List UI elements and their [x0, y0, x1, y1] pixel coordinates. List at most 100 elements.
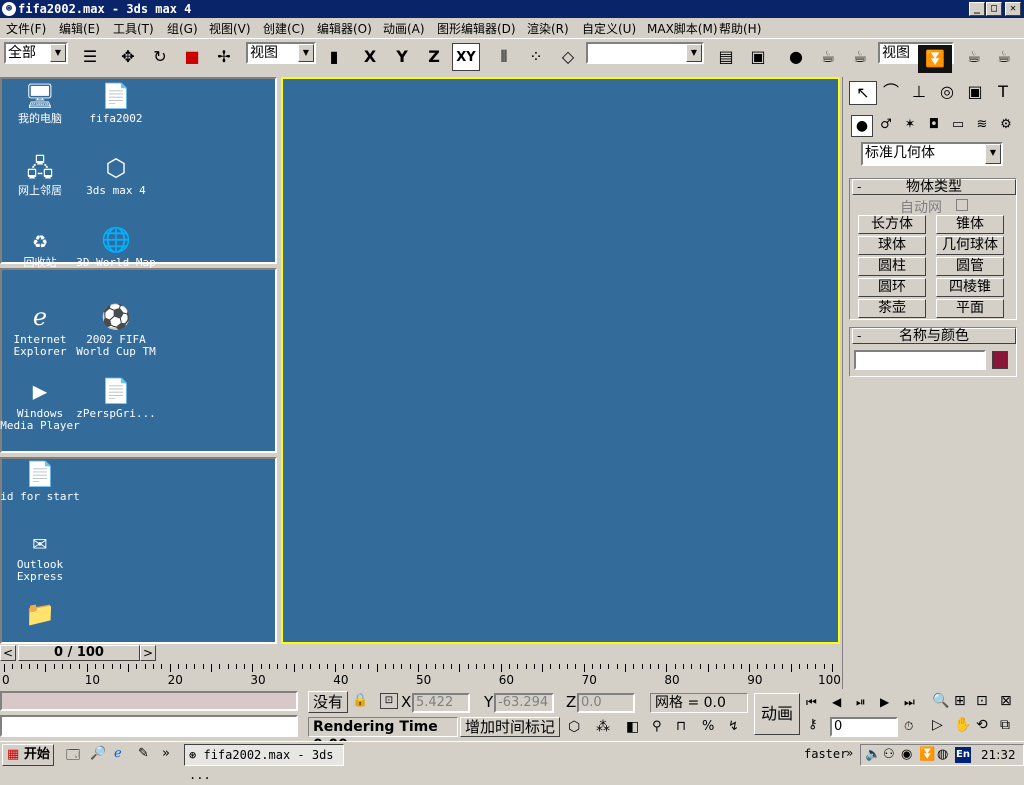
add-time-tag-button[interactable]: 增加时间标记 [460, 717, 560, 737]
tray-arrow-icon[interactable]: ⏬ [919, 747, 935, 762]
align-icon[interactable]: ◇ [554, 43, 582, 71]
zoom-extents-all-icon[interactable]: ⊠ [1000, 693, 1012, 709]
name-color-header[interactable]: - 名称与颜色 [852, 328, 1016, 344]
helpers-icon[interactable]: ▭ [947, 115, 969, 137]
next-frame-icon[interactable]: ▶ [880, 695, 889, 709]
track-bar[interactable]: 0 10 20 30 40 50 60 70 80 90 100 [0, 664, 841, 688]
minimize-button[interactable]: _ [969, 2, 985, 16]
z-coordinate-field[interactable]: 0.0 [577, 693, 635, 713]
restrict-x-button[interactable]: X [356, 43, 384, 71]
go-to-start-icon[interactable]: ⏮ [806, 695, 817, 710]
spinner-snap-icon[interactable]: ⚲ [652, 719, 662, 734]
restrict-xy-button[interactable]: XY [452, 43, 480, 71]
key-icon[interactable]: ⚷ [808, 717, 818, 732]
show-desktop-icon[interactable]: 🗔 [66, 746, 80, 768]
previous-frame-icon[interactable]: ◀ [832, 695, 841, 709]
hierarchy-tab-icon[interactable]: ⊥ [905, 81, 933, 105]
pan-icon[interactable]: ✋ [954, 717, 971, 733]
menu-modifiers[interactable]: 编辑器(O) [317, 20, 372, 37]
schematic-view-icon[interactable]: ▣ [744, 43, 772, 71]
tray-app-icon[interactable]: ◉ [901, 747, 912, 762]
scale-icon[interactable]: ■ [178, 43, 206, 71]
tube-button[interactable]: 圆管 [936, 257, 1004, 276]
desktop-icon[interactable]: 📄 zPerspGri... [76, 376, 156, 420]
sphere-button[interactable]: 球体 [858, 236, 926, 255]
space-warps-icon[interactable]: ≋ [971, 115, 993, 137]
menu-tools[interactable]: 工具(T) [113, 20, 154, 37]
select-manipulate-icon[interactable]: ✢ [210, 43, 238, 71]
selection-filter-dropdown[interactable]: 全部 ▼ [4, 42, 68, 64]
zoom-all-icon[interactable]: ⊞ [954, 693, 966, 709]
object-name-input[interactable] [854, 350, 986, 370]
object-type-header[interactable]: - 物体类型 [852, 179, 1016, 195]
shapes-icon[interactable]: ♂ [875, 115, 897, 137]
select-by-name-icon[interactable]: ☰ [76, 43, 104, 71]
geometry-icon[interactable]: ● [851, 115, 873, 137]
desktop-icon[interactable]: ℯ Internet Explorer [0, 302, 80, 358]
reference-coordinate-dropdown[interactable]: 视图 ▼ [246, 42, 316, 64]
render-last-icon[interactable]: ☕ [960, 43, 988, 71]
menu-rendering[interactable]: 渲染(R) [527, 20, 569, 37]
language-indicator[interactable]: En [955, 747, 971, 763]
y-coordinate-field[interactable]: -63.294 [494, 693, 554, 713]
material-editor-icon[interactable]: ● [782, 43, 810, 71]
pyramid-button[interactable]: 四棱锥 [936, 278, 1004, 297]
desktop-icon[interactable]: 🖥 我的电脑 [0, 81, 80, 125]
display-tab-icon[interactable]: ▣ [961, 81, 989, 105]
viewport-top-left[interactable]: 🖥 我的电脑 📄 fifa2002 🖧 网上邻居 ⬡ 3ds max 4 ♻ 回收站 🌐 3… [0, 77, 277, 269]
create-tab-icon[interactable]: ↖ [849, 81, 877, 105]
expand-arrow-icon[interactable]: ⏬ [918, 45, 952, 73]
snap-3d-icon[interactable]: ⬡ [568, 719, 580, 735]
prompt-line[interactable] [0, 715, 298, 737]
time-next-button[interactable]: > [140, 645, 156, 661]
restrict-z-button[interactable]: Z [420, 43, 448, 71]
desktop-icon[interactable]: ⬡ 3ds max 4 [76, 153, 156, 197]
viewport-bottom-left[interactable]: 📄 id for start ✉ Outlook Express 📁 [0, 457, 277, 644]
x-coordinate-field[interactable]: 5.422 [412, 693, 470, 713]
menu-customize[interactable]: 自定义(U) [582, 20, 636, 37]
desktop-icon[interactable]: ✉ Outlook Express [0, 527, 80, 583]
lock-icon[interactable]: 🔒 [352, 693, 368, 708]
magnet-icon[interactable]: ⊓ [676, 719, 686, 734]
task-fifa2002[interactable]: ⊛ fifa2002.max - 3ds ... [184, 744, 344, 782]
box-button[interactable]: 长方体 [858, 215, 926, 234]
cylinder-button[interactable]: 圆柱 [858, 257, 926, 276]
rotate-icon[interactable]: ↻ [146, 43, 174, 71]
systems-icon[interactable]: ⚙ [995, 115, 1017, 137]
geosphere-button[interactable]: 几何球体 [936, 236, 1004, 255]
object-color-swatch[interactable] [992, 351, 1008, 369]
plane-button[interactable]: 平面 [936, 299, 1004, 318]
array-icon[interactable]: ⁘ [522, 43, 550, 71]
menu-group[interactable]: 组(G) [167, 20, 198, 37]
named-selection-dropdown[interactable]: ▼ [586, 42, 704, 64]
restrict-y-button[interactable]: Y [388, 43, 416, 71]
desktop-icon[interactable]: 📄 fifa2002 [76, 81, 156, 125]
clock[interactable]: 21:32 [981, 748, 1016, 762]
maximize-button[interactable]: □ [986, 2, 1002, 16]
menu-views[interactable]: 视图(V) [209, 20, 251, 37]
key-mode-icon[interactable]: ↯ [728, 719, 739, 734]
maxscript-listener-mini[interactable] [0, 691, 298, 711]
track-view-icon[interactable]: ▤ [712, 43, 740, 71]
zoom-extents-icon[interactable]: ⊡ [976, 693, 988, 709]
move-icon[interactable]: ✥ [114, 43, 142, 71]
viewport-mid-left[interactable]: ℯ Internet Explorer ⚽ 2002 FIFA World Cup … [0, 268, 277, 453]
utilities-tab-icon[interactable]: T [989, 81, 1017, 105]
quick-render-icon[interactable]: ☕ [846, 43, 874, 71]
desktop-icon[interactable]: 🌐 3D World Map [76, 225, 156, 269]
active-shade-icon[interactable]: ☕ [990, 43, 1018, 71]
angle-snap-icon[interactable]: ⁂ [596, 719, 610, 735]
main-viewport[interactable] [281, 77, 840, 644]
cameras-icon[interactable]: ◘ [923, 115, 945, 137]
autogrid-checkbox[interactable] [956, 199, 968, 211]
play-icon[interactable]: ⏯ [856, 695, 866, 710]
cone-button[interactable]: 锥体 [936, 215, 1004, 234]
teapot-button[interactable]: 茶壶 [858, 299, 926, 318]
desktop-icon[interactable]: ⚽ 2002 FIFA World Cup TM [76, 302, 156, 358]
mirror-icon[interactable]: ⫴ [490, 43, 518, 71]
torus-button[interactable]: 圆环 [858, 278, 926, 297]
volume-icon[interactable]: 🔈 [865, 747, 881, 762]
desktop-icon[interactable]: 🖧 网上邻居 [0, 153, 80, 197]
menu-animation[interactable]: 动画(A) [383, 20, 425, 37]
more-quicklaunch-icon[interactable]: » [162, 746, 170, 761]
